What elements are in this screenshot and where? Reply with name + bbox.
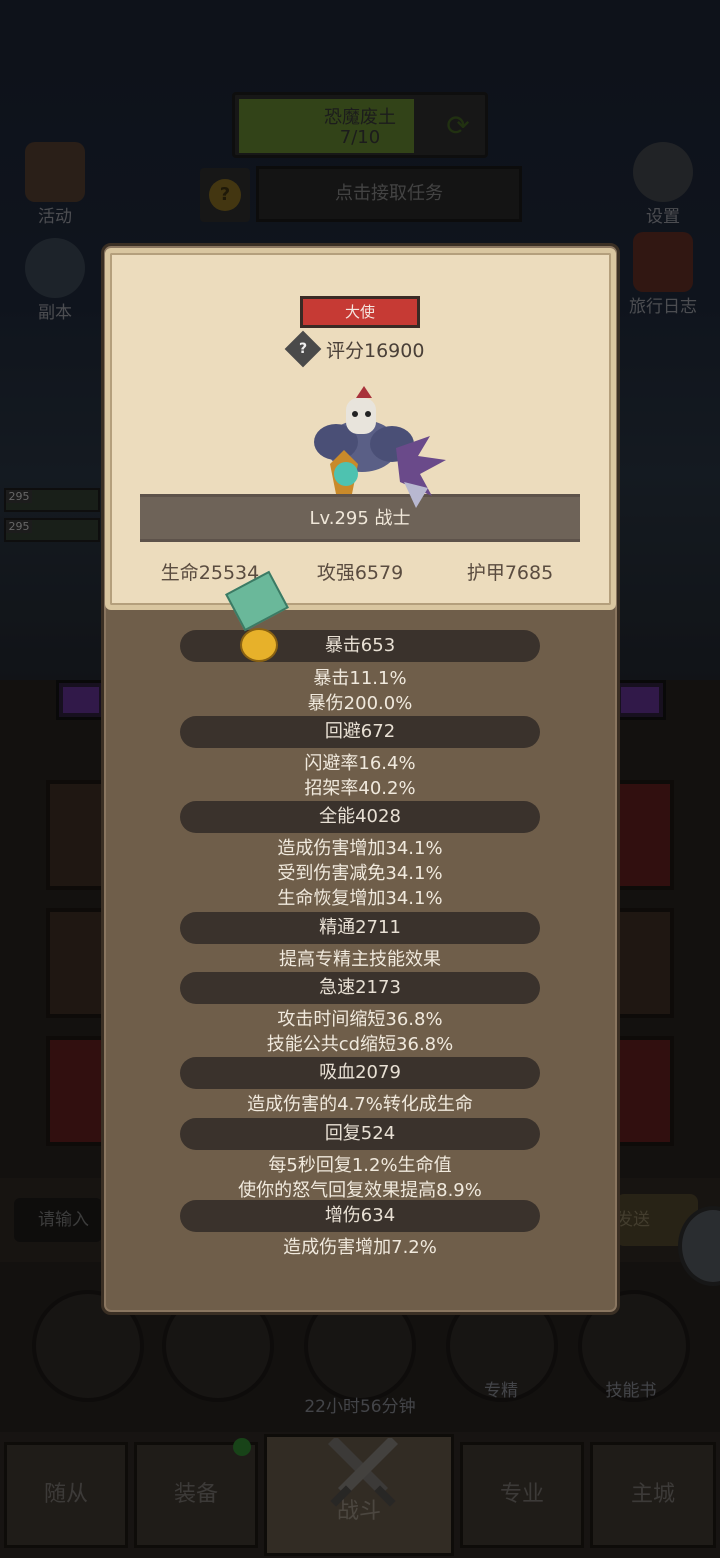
section-line: 招架率40.2% (304, 778, 416, 799)
hero-hp-bar: 295 (4, 518, 100, 542)
quest-coin-button[interactable]: ? (200, 168, 250, 222)
warrior-character-art (314, 386, 446, 508)
gear-icon (633, 142, 693, 202)
journal-icon (633, 232, 693, 292)
section-line: 技能公共cd缩短36.8% (266, 1034, 454, 1055)
section-line: 每5秒回复1.2%生命值 (268, 1155, 452, 1176)
journal-button[interactable]: 旅行日志 (618, 232, 708, 317)
chat-input-placeholder: 请输入 (38, 1210, 89, 1230)
chest-timer: 22小时56分钟 (304, 1397, 416, 1417)
stat-attack-power: 攻强6579 (316, 562, 404, 584)
dungeon-icon (25, 238, 85, 298)
crossed-swords-icon (328, 1438, 398, 1507)
purple-bar-left (56, 680, 106, 720)
activity-icon (25, 142, 85, 202)
section-mastery: 精通2711 (180, 912, 540, 944)
section-line: 造成伤害增加7.2% (283, 1237, 437, 1258)
score-row: ? 评分16900 (284, 330, 425, 368)
hero-level: 295 (6, 520, 32, 533)
section-damage-bonus: 增伤634 (180, 1200, 540, 1232)
section-line: 使你的怒气回复效果提高8.9% (238, 1180, 482, 1201)
equipment-slot[interactable] (614, 908, 674, 1018)
gold-coin-icon (240, 628, 278, 662)
nav-tab-label: 随从 (43, 1482, 88, 1507)
equipment-slot[interactable] (46, 780, 106, 890)
section-line: 提高专精主技能效果 (279, 949, 441, 970)
dungeon-label: 副本 (38, 303, 72, 323)
section-versatility: 全能4028 (180, 801, 540, 833)
rank-badge: 大使 (300, 296, 420, 328)
section-line: 闪避率16.4% (304, 753, 416, 774)
nav-tab-equipment[interactable]: 装备 (134, 1442, 258, 1548)
section-line: 受到伤害减免34.1% (277, 863, 443, 884)
equipment-slot[interactable] (614, 780, 674, 890)
stat-armor: 护甲7685 (466, 562, 554, 584)
section-lifesteal: 吸血2079 (180, 1057, 540, 1089)
section-title: 增伤634 (324, 1205, 396, 1226)
settings-label: 设置 (646, 207, 680, 227)
journal-label: 旅行日志 (629, 297, 697, 317)
nav-tab-label: 主城 (630, 1482, 675, 1507)
zone-progress-box[interactable]: 恐魔废土 7/10 ⟳ (232, 92, 488, 158)
section-title: 急速2173 (319, 977, 401, 998)
section-avoidance: 回避672 (180, 716, 540, 748)
hero-level: 295 (6, 490, 32, 503)
score-text: 评分16900 (326, 339, 425, 362)
accept-quest-label: 点击接取任务 (335, 183, 443, 204)
section-title: 吸血2079 (319, 1062, 401, 1083)
section-line: 攻击时间缩短36.8% (277, 1009, 443, 1030)
activity-button[interactable]: 活动 (10, 142, 100, 227)
nav-tab-followers[interactable]: 随从 (4, 1442, 128, 1548)
specialization-label: 专精 (484, 1381, 518, 1401)
section-title: 全能4028 (319, 806, 401, 827)
accept-quest-button[interactable]: 点击接取任务 (256, 166, 522, 222)
section-line: 暴击11.1% (313, 668, 407, 689)
section-line: 造成伤害增加34.1% (277, 838, 443, 859)
equipment-slot[interactable] (46, 908, 106, 1018)
nav-tab-label: 装备 (173, 1482, 218, 1507)
equipment-slot[interactable] (614, 1036, 674, 1146)
section-title: 精通2711 (319, 917, 401, 938)
activity-label: 活动 (38, 207, 72, 227)
refresh-icon[interactable]: ⟳ (441, 109, 475, 143)
section-title: 回避672 (324, 721, 396, 742)
section-line: 造成伤害的4.7%转化成生命 (247, 1094, 473, 1115)
section-regen: 回复524 (180, 1118, 540, 1150)
section-title: 回复524 (324, 1123, 396, 1144)
nav-tab-label: 专业 (499, 1482, 544, 1507)
section-title: 暴击653 (324, 635, 396, 656)
section-haste: 急速2173 (180, 972, 540, 1004)
question-icon[interactable]: ? (284, 330, 322, 368)
skillbook-label: 技能书 (605, 1381, 657, 1401)
notification-dot (233, 1438, 251, 1456)
coin-question-icon: ? (209, 179, 241, 211)
settings-button[interactable]: 设置 (618, 142, 708, 227)
hero-hp-bar: 295 (4, 488, 100, 512)
nav-tab-profession[interactable]: 专业 (460, 1442, 584, 1548)
purple-bar-right (614, 680, 666, 720)
dungeon-button[interactable]: 副本 (10, 238, 100, 323)
equipment-slot[interactable] (46, 1036, 106, 1146)
nav-tab-main-city[interactable]: 主城 (590, 1442, 716, 1548)
chat-input[interactable]: 请输入 (14, 1198, 102, 1242)
section-crit: 暴击653 (180, 630, 540, 662)
section-line: 生命恢复增加34.1% (277, 888, 443, 909)
section-line: 暴伤200.0% (307, 693, 413, 714)
